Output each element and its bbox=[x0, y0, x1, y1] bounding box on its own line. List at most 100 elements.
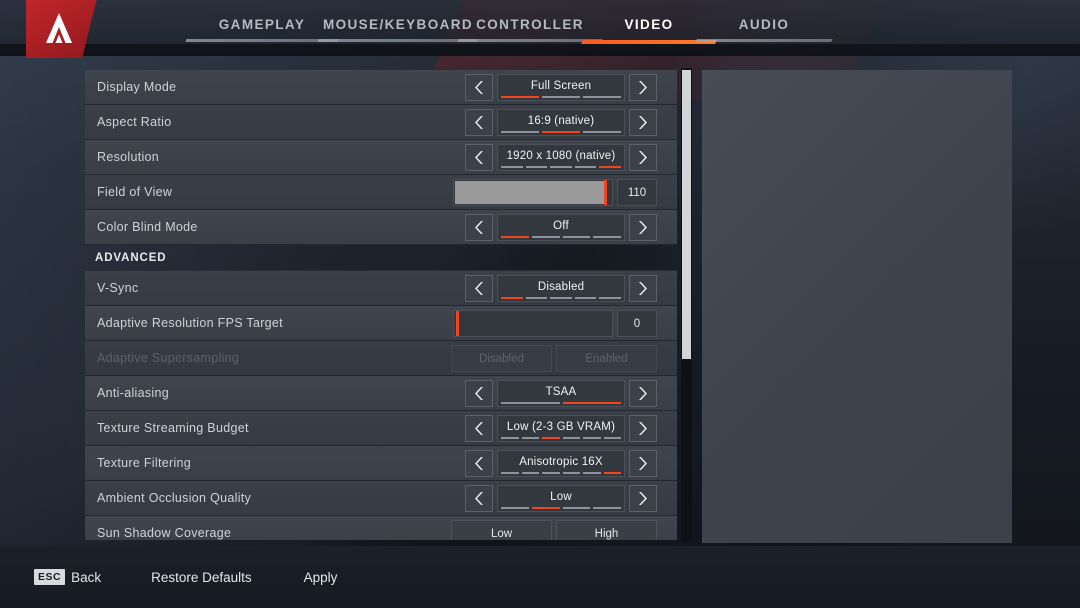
chevron-right-icon-texture-streaming-budget[interactable] bbox=[629, 415, 657, 442]
setting-value-v-sync[interactable]: Disabled bbox=[497, 275, 625, 302]
tab-mouse-keyboard[interactable]: MOUSE/KEYBOARD bbox=[303, 0, 493, 48]
segment bbox=[501, 166, 523, 168]
setting-label-anti-aliasing: Anti-aliasing bbox=[97, 386, 169, 400]
chevron-left-icon-resolution[interactable] bbox=[465, 144, 493, 171]
chevron-left-icon-ambient-occlusion-quality[interactable] bbox=[465, 485, 493, 512]
setting-value-aspect-ratio[interactable]: 16:9 (native) bbox=[497, 109, 625, 136]
toggle-adaptive-supersampling: Disabled Enabled bbox=[451, 345, 657, 372]
tab-gameplay-underline bbox=[185, 39, 339, 42]
tab-controller[interactable]: CONTROLLER bbox=[443, 0, 617, 48]
chevron-right-icon-display-mode[interactable] bbox=[629, 74, 657, 101]
setting-row-ambient-occlusion-quality[interactable]: Ambient Occlusion Quality Low bbox=[85, 481, 677, 516]
chevron-right-icon-aspect-ratio[interactable] bbox=[629, 109, 657, 136]
toggle-option-left-sun-shadow-coverage[interactable]: Low bbox=[451, 520, 552, 540]
slider-handle-adaptive-resolution-fps-target[interactable] bbox=[456, 311, 459, 336]
slider-adaptive-resolution-fps-target: 0 bbox=[453, 310, 657, 337]
segment bbox=[562, 472, 580, 474]
setting-value-text-color-blind-mode: Off bbox=[553, 219, 569, 232]
apply-label: Apply bbox=[303, 569, 338, 585]
chevron-left-icon-anti-aliasing[interactable] bbox=[465, 380, 493, 407]
slider-fill-field-of-view bbox=[455, 181, 607, 204]
setting-value-texture-filtering[interactable]: Anisotropic 16X bbox=[497, 450, 625, 477]
chevron-left-icon-display-mode[interactable] bbox=[465, 74, 493, 101]
segment bbox=[562, 507, 591, 509]
setting-row-aspect-ratio[interactable]: Aspect Ratio 16:9 (native) bbox=[85, 105, 677, 140]
stepper-texture-filtering: Anisotropic 16X bbox=[465, 450, 657, 477]
chevron-right-icon-resolution[interactable] bbox=[629, 144, 657, 171]
slider-track-field-of-view[interactable] bbox=[453, 179, 613, 206]
chevron-left-icon-aspect-ratio[interactable] bbox=[465, 109, 493, 136]
setting-row-texture-streaming-budget[interactable]: Texture Streaming Budget Low (2-3 GB VRAM… bbox=[85, 411, 677, 446]
setting-row-adaptive-resolution-fps-target[interactable]: Adaptive Resolution FPS Target 0 bbox=[85, 306, 677, 341]
setting-row-resolution[interactable]: Resolution 1920 x 1080 (native) bbox=[85, 140, 677, 175]
setting-row-field-of-view[interactable]: Field of View 110 bbox=[85, 175, 677, 210]
stepper-v-sync: Disabled bbox=[465, 275, 657, 302]
tab-audio-underline bbox=[695, 39, 833, 42]
slider-track-adaptive-resolution-fps-target[interactable] bbox=[453, 310, 613, 337]
chevron-right-icon-color-blind-mode[interactable] bbox=[629, 214, 657, 241]
scrollbar-thumb[interactable] bbox=[682, 70, 691, 359]
segment bbox=[525, 166, 548, 168]
section-header-label: ADVANCED bbox=[95, 251, 167, 264]
restore-defaults-button[interactable]: Restore Defaults bbox=[151, 570, 252, 585]
chevron-left-icon-v-sync[interactable] bbox=[465, 275, 493, 302]
setting-label-v-sync: V-Sync bbox=[97, 281, 139, 295]
segment bbox=[550, 297, 572, 299]
tab-mouse-keyboard-underline bbox=[317, 39, 479, 42]
chevron-right-icon-ambient-occlusion-quality[interactable] bbox=[629, 485, 657, 512]
segment bbox=[583, 437, 601, 439]
chevron-right-icon-v-sync[interactable] bbox=[629, 275, 657, 302]
chevron-left-icon-texture-streaming-budget[interactable] bbox=[465, 415, 493, 442]
segment bbox=[542, 96, 580, 98]
tab-video[interactable]: VIDEO bbox=[567, 0, 731, 48]
setting-value-color-blind-mode[interactable]: Off bbox=[497, 214, 625, 241]
setting-row-display-mode[interactable]: Display Mode Full Screen bbox=[85, 70, 677, 105]
setting-label-sun-shadow-coverage: Sun Shadow Coverage bbox=[97, 526, 232, 540]
setting-value-anti-aliasing[interactable]: TSAA bbox=[497, 380, 625, 407]
setting-value-display-mode[interactable]: Full Screen bbox=[497, 74, 625, 101]
back-button-label: Back bbox=[71, 569, 102, 585]
segment bbox=[501, 472, 519, 474]
segment bbox=[599, 297, 621, 299]
setting-value-texture-streaming-budget[interactable]: Low (2-3 GB VRAM) bbox=[497, 415, 625, 442]
segment bbox=[583, 472, 601, 474]
slider-value-adaptive-resolution-fps-target: 0 bbox=[617, 310, 657, 337]
segment bbox=[501, 507, 529, 509]
setting-row-sun-shadow-coverage[interactable]: Sun Shadow Coverage Low High bbox=[85, 516, 677, 540]
segment-indicator-aspect-ratio bbox=[501, 131, 621, 133]
segment-indicator-display-mode bbox=[501, 96, 621, 98]
tab-audio[interactable]: AUDIO bbox=[681, 0, 847, 48]
segment-indicator-resolution bbox=[501, 166, 621, 168]
setting-row-anti-aliasing[interactable]: Anti-aliasing TSAA bbox=[85, 376, 677, 411]
segment-indicator-color-blind-mode bbox=[501, 236, 621, 238]
setting-label-texture-streaming-budget: Texture Streaming Budget bbox=[97, 421, 249, 435]
tab-gameplay[interactable]: GAMEPLAY bbox=[171, 0, 353, 48]
stepper-color-blind-mode: Off bbox=[465, 214, 657, 241]
setting-value-text-anti-aliasing: TSAA bbox=[545, 385, 577, 398]
segment-indicator-ambient-occlusion-quality bbox=[501, 507, 621, 509]
back-button[interactable]: ESC Back bbox=[34, 569, 101, 585]
chevron-right-icon-texture-filtering[interactable] bbox=[629, 450, 657, 477]
settings-screen: GAMEPLAY MOUSE/KEYBOARD CONTROLLER VIDEO bbox=[0, 0, 1080, 608]
setting-row-v-sync[interactable]: V-Sync Disabled bbox=[85, 271, 677, 306]
segment bbox=[501, 131, 539, 133]
segment bbox=[550, 166, 572, 168]
apply-button[interactable]: Apply bbox=[304, 570, 338, 585]
setting-value-ambient-occlusion-quality[interactable]: Low bbox=[497, 485, 625, 512]
toggle-option-right-sun-shadow-coverage[interactable]: High bbox=[556, 520, 657, 540]
setting-label-adaptive-resolution-fps-target: Adaptive Resolution FPS Target bbox=[97, 316, 283, 330]
setting-row-texture-filtering[interactable]: Texture Filtering Anisotropic 16X bbox=[85, 446, 677, 481]
chevron-left-icon-color-blind-mode[interactable] bbox=[465, 214, 493, 241]
setting-value-resolution[interactable]: 1920 x 1080 (native) bbox=[497, 144, 625, 171]
setting-value-text-aspect-ratio: 16:9 (native) bbox=[527, 114, 595, 127]
setting-row-color-blind-mode[interactable]: Color Blind Mode Off bbox=[85, 210, 677, 245]
slider-handle-field-of-view[interactable] bbox=[604, 180, 608, 205]
chevron-left-icon-texture-filtering[interactable] bbox=[465, 450, 493, 477]
settings-list: Display Mode Full Screen Aspect Ratio 16:9 … bbox=[85, 70, 677, 540]
chevron-right-icon-anti-aliasing[interactable] bbox=[629, 380, 657, 407]
setting-row-adaptive-supersampling: Adaptive Supersampling Disabled Enabled bbox=[85, 341, 677, 376]
setting-label-resolution: Resolution bbox=[97, 150, 160, 164]
segment bbox=[583, 96, 621, 98]
stepper-display-mode: Full Screen bbox=[465, 74, 657, 101]
settings-preview-panel bbox=[702, 70, 1012, 543]
